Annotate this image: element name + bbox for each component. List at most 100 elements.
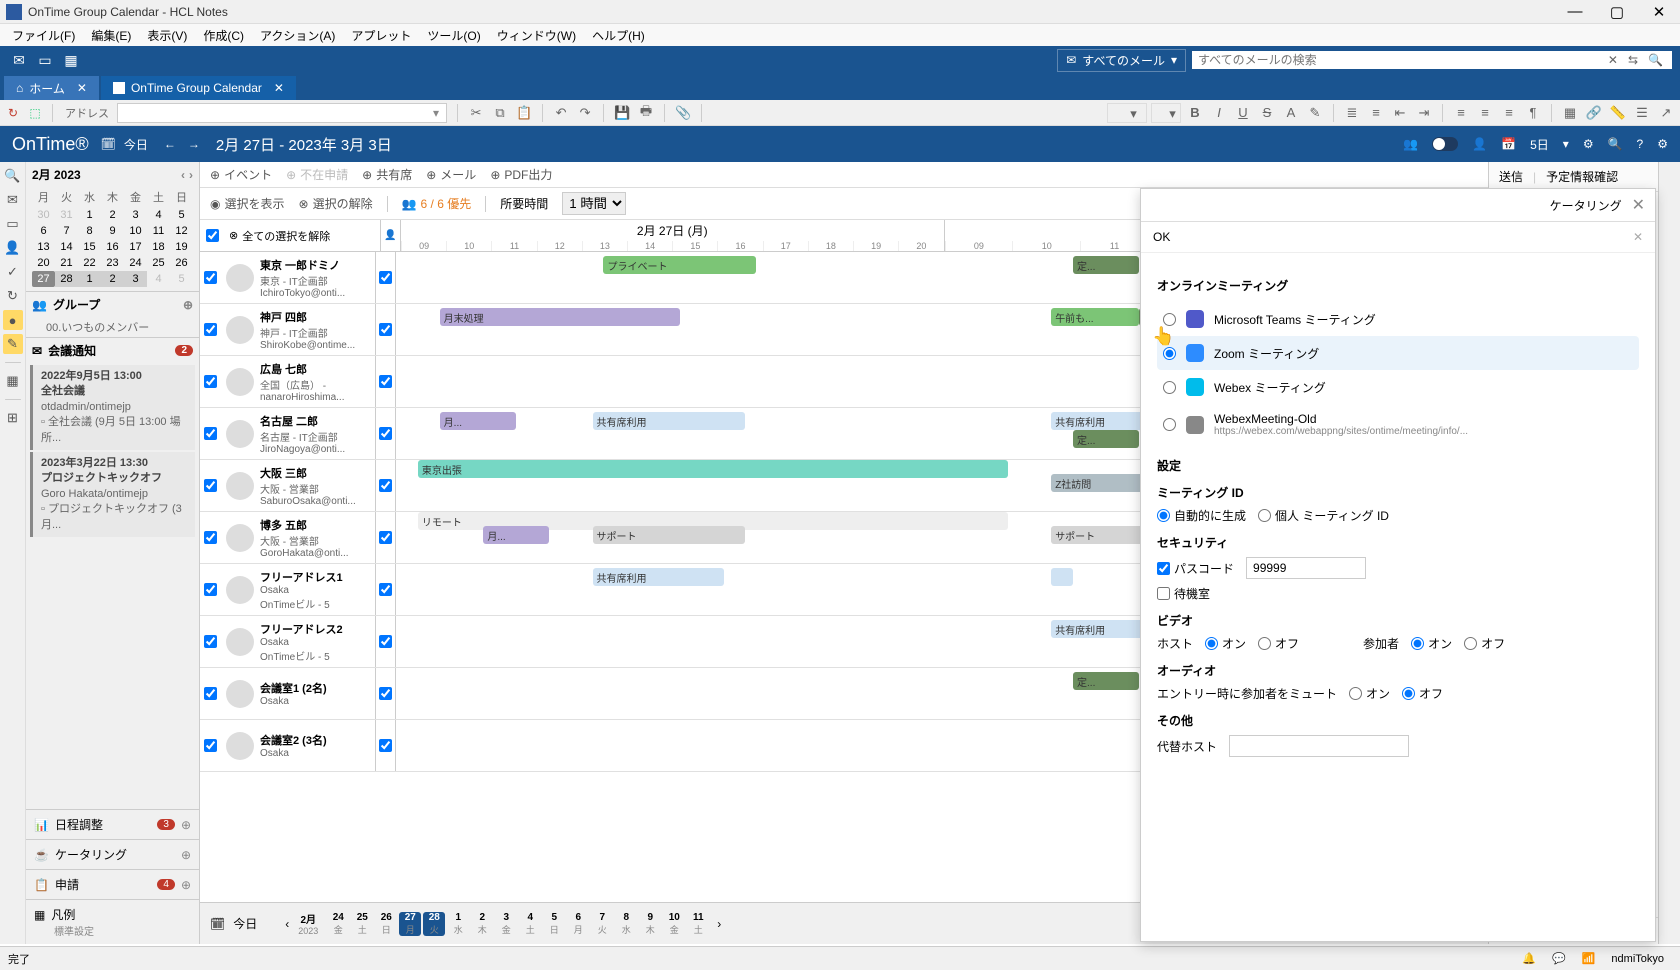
minical-day[interactable]: 6 [32,223,55,239]
row-checkbox[interactable] [204,583,217,596]
underline-icon[interactable]: U [1233,103,1253,123]
rail-ontime-icon[interactable]: ● [3,310,23,330]
date-scroller-day[interactable]: 11土 [687,912,709,936]
minical-next-icon[interactable]: › [189,168,193,182]
event-block[interactable]: 月... [483,526,549,544]
next-arrow-icon[interactable]: → [184,133,204,155]
ok-button[interactable]: OK [1153,230,1170,244]
copy-icon[interactable]: ⧉ [490,103,510,123]
minical-day[interactable]: 2 [101,207,124,223]
outdent-icon[interactable]: ⇤ [1390,103,1410,123]
people-icon[interactable]: 👥 [1403,137,1418,151]
date-scroller-day[interactable]: 24金 [327,912,349,936]
table-icon[interactable]: ▦ [1560,103,1580,123]
event-block[interactable]: 定... [1073,430,1139,448]
minical-day[interactable]: 1 [78,207,101,223]
meeting-option[interactable]: Zoom ミーティング [1157,336,1639,370]
event-block[interactable]: 月末処理 [440,308,680,326]
minical-day[interactable]: 9 [101,223,124,239]
italic-icon[interactable]: I [1209,103,1229,123]
row-checkbox[interactable] [204,635,217,648]
send-button[interactable]: 送信 [1499,168,1523,185]
minical-day[interactable]: 5 [170,207,193,223]
link2-icon[interactable]: 🔗 [1584,103,1604,123]
calendar-icon[interactable]: ▭ [34,49,56,71]
event-block[interactable]: 共有席利用 [593,568,724,586]
row-checkbox2[interactable] [379,271,392,284]
gear-icon[interactable]: ⚙ [1657,137,1668,151]
minical-day[interactable]: 21 [55,255,78,271]
minical-day[interactable]: 20 [32,255,55,271]
minical-day[interactable]: 2 [101,271,124,287]
para-icon[interactable]: ¶ [1523,103,1543,123]
group-header[interactable]: 👥 グループ ⊕ [26,292,199,317]
person-icon[interactable]: 👤 [1472,137,1487,151]
search2-icon[interactable]: 🔍 [1608,137,1623,151]
today-button[interactable]: 今日 [233,915,257,932]
minical-day[interactable]: 19 [170,239,193,255]
minical-day[interactable]: 16 [101,239,124,255]
attach-icon[interactable]: 📎 [673,103,693,123]
minical-day[interactable]: 30 [32,207,55,223]
date-scroller-day[interactable]: 25土 [351,912,373,936]
meeting-option[interactable]: Microsoft Teams ミーティング [1157,302,1639,336]
row-checkbox2[interactable] [379,531,392,544]
list-number-icon[interactable]: ≡ [1366,103,1386,123]
waiting-room-checkbox[interactable]: 待機室 [1157,585,1210,602]
close-button[interactable]: ✕ [1638,0,1680,24]
tab-close-icon[interactable]: ✕ [274,81,284,95]
refresh-icon[interactable]: ↻ [4,104,22,122]
date-scroller-day[interactable]: 6月 [567,912,589,936]
menu-item[interactable]: ツール(O) [419,27,488,44]
row-checkbox[interactable] [204,531,217,544]
date-scroller-day[interactable]: 7火 [591,912,613,936]
maximize-button[interactable]: ▢ [1596,0,1638,24]
host-on-radio[interactable]: オン [1205,635,1246,652]
font-family[interactable]: ▾ [1107,103,1147,123]
minical-day[interactable]: 25 [147,255,170,271]
rail-todo-icon[interactable]: ✓ [3,262,23,282]
clear-selection-button[interactable]: ⊗選択の解除 [299,195,373,212]
row-checkbox[interactable] [204,323,217,336]
rail-grid-icon[interactable]: ▦ [3,371,23,391]
clear-all-label[interactable]: 全ての選択を解除 [242,228,330,244]
minical-day[interactable]: 18 [147,239,170,255]
event-block[interactable]: 月... [440,412,516,430]
menu-item[interactable]: 表示(V) [139,27,195,44]
minical-day[interactable]: 22 [78,255,101,271]
view-days[interactable]: 5日 [1530,136,1549,153]
event-block[interactable]: サポート [593,526,746,544]
minical-day[interactable]: 1 [78,271,101,287]
close-icon[interactable]: ✕ [1632,195,1645,215]
date-scroller-day[interactable]: 4土 [519,912,541,936]
mail-selector[interactable]: ✉ すべてのメール ▾ [1057,49,1186,72]
date-scroller-day[interactable]: 28火 [423,912,445,936]
minical-day[interactable]: 11 [147,223,170,239]
date-scroller-day[interactable]: 8水 [615,912,637,936]
row-checkbox2[interactable] [379,739,392,752]
row-checkbox[interactable] [204,739,217,752]
meeting-radio[interactable] [1163,347,1176,360]
plus-icon[interactable]: ⊕ [181,818,191,832]
notice-item[interactable]: 2022年9月5日 13:00全社会議otdadmin/ontimejp▫ 全社… [30,365,195,450]
notice-item[interactable]: 2023年3月22日 13:30プロジェクトキックオフGoro Hakata/o… [30,452,195,537]
rail-people-icon[interactable]: 👤 [3,238,23,258]
menu-item[interactable]: ファイル(F) [4,27,83,44]
bold-icon[interactable]: B [1185,103,1205,123]
date-scroller-day[interactable]: 2木 [471,912,493,936]
tab-home[interactable]: ⌂ ホーム ✕ [4,76,99,100]
minical-day[interactable]: 23 [101,255,124,271]
help-icon[interactable]: ? [1637,137,1644,151]
popout-icon[interactable]: ↗ [1656,103,1676,123]
auto-gen-radio[interactable]: 自動的に生成 [1157,507,1246,524]
pdf-button[interactable]: ⊕PDF出力 [490,166,552,183]
menu-item[interactable]: ウィンドウ(W) [489,27,584,44]
link-icon[interactable]: ⬚ [26,104,44,122]
personal-id-radio[interactable]: 個人 ミーティング ID [1258,507,1389,524]
row-checkbox2[interactable] [379,427,392,440]
mail-button[interactable]: ⊕メール [426,166,476,183]
plus-icon[interactable]: ⊕ [183,298,193,312]
event-block[interactable]: プライベート [603,256,756,274]
search-input[interactable] [1198,53,1601,67]
align-center-icon[interactable]: ≡ [1475,103,1495,123]
